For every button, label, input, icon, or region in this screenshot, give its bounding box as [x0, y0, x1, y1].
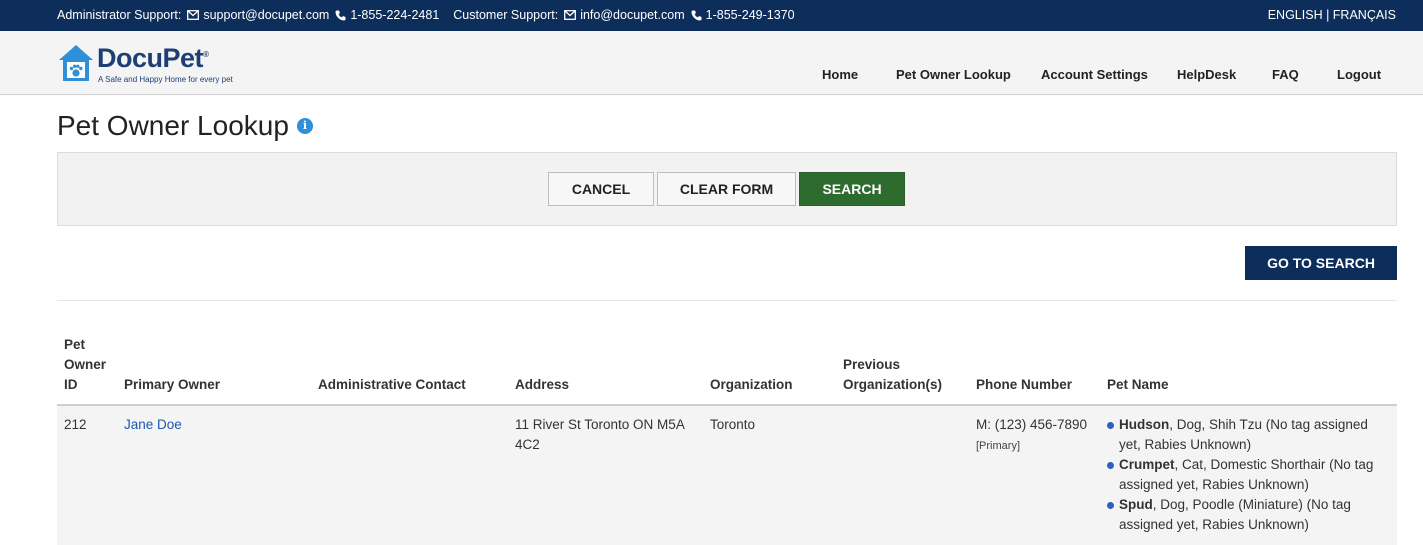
phone-primary-tag: [Primary] [976, 440, 1020, 452]
header-phone-number[interactable]: Phone Number [976, 375, 1072, 395]
list-item: Crumpet, Cat, Domestic Shorthair (No tag… [1107, 455, 1392, 495]
support-contacts: Administrator Support: support@docupet.c… [57, 8, 795, 22]
nav-home[interactable]: Home [822, 67, 858, 82]
pet-name[interactable]: Spud [1119, 497, 1153, 512]
house-paw-icon [57, 43, 95, 83]
customer-support-label: Customer Support: [453, 8, 559, 22]
envelope-icon [564, 10, 577, 20]
support-bar: Administrator Support: support@docupet.c… [0, 0, 1423, 31]
docupet-logo[interactable]: DocuPet® A Safe and Happy Home for every… [57, 43, 257, 87]
logo-wordmark: DocuPet® [97, 43, 209, 73]
nav-logout[interactable]: Logout [1337, 67, 1381, 82]
pet-name[interactable]: Crumpet [1119, 457, 1175, 472]
nav-pet-owner-lookup[interactable]: Pet Owner Lookup [896, 67, 1011, 82]
search-button[interactable]: SEARCH [799, 172, 905, 206]
pet-details: , Dog, Poodle (Miniature) (No tag assign… [1119, 497, 1351, 532]
phone-icon [335, 10, 346, 21]
organization-cell: Toronto [710, 417, 756, 432]
header-pet-name[interactable]: Pet Name [1107, 375, 1169, 395]
customer-support-email[interactable]: info@docupet.com [580, 8, 684, 22]
page-title-text: Pet Owner Lookup [57, 110, 289, 141]
clear-form-button[interactable]: CLEAR FORM [657, 172, 796, 206]
admin-support-phone[interactable]: 1-855-224-2481 [350, 8, 439, 22]
phone-number[interactable]: M: (123) 456-7890 [976, 417, 1087, 432]
cancel-button[interactable]: CANCEL [548, 172, 654, 206]
nav-faq[interactable]: FAQ [1272, 67, 1299, 82]
nav-helpdesk[interactable]: HelpDesk [1177, 67, 1236, 82]
primary-owner-link[interactable]: Jane Doe [124, 415, 182, 435]
header-organization[interactable]: Organization [710, 375, 793, 395]
header-address[interactable]: Address [515, 375, 569, 395]
section-divider [57, 300, 1397, 301]
address-cell: 11 River St Toronto ON M5A 4C2 [515, 417, 685, 452]
header-primary-owner[interactable]: Primary Owner [124, 375, 220, 395]
pet-list: Hudson, Dog, Shih Tzu (No tag assigned y… [1107, 415, 1392, 535]
logo-tagline: A Safe and Happy Home for every pet [98, 75, 233, 84]
info-icon[interactable]: i [296, 118, 313, 134]
language-switch[interactable]: ENGLISH | FRANÇAIS [1268, 8, 1396, 22]
go-to-search-button[interactable]: GO TO SEARCH [1245, 246, 1397, 280]
list-item: Hudson, Dog, Shih Tzu (No tag assigned y… [1107, 415, 1392, 455]
header-previous-organizations[interactable]: Previous Organization(s) [843, 355, 958, 395]
admin-support-email[interactable]: support@docupet.com [203, 8, 329, 22]
pet-name[interactable]: Hudson [1119, 417, 1169, 432]
list-item: Spud, Dog, Poodle (Miniature) (No tag as… [1107, 495, 1392, 535]
envelope-icon [187, 10, 200, 20]
header-administrative-contact[interactable]: Administrative Contact [318, 375, 466, 395]
phone-cell: M: (123) 456-7890 [Primary] [976, 415, 1088, 456]
bullet-icon [1107, 462, 1114, 469]
header-pet-owner-id[interactable]: Pet Owner ID [64, 335, 114, 395]
owner-id-cell: 212 [64, 417, 87, 432]
phone-icon [691, 10, 702, 21]
nav-account-settings[interactable]: Account Settings [1041, 67, 1148, 82]
customer-support-phone[interactable]: 1-855-249-1370 [706, 8, 795, 22]
bullet-icon [1107, 422, 1114, 429]
page-title: Pet Owner Lookup i [57, 110, 313, 142]
bullet-icon [1107, 502, 1114, 509]
admin-support-label: Administrator Support: [57, 8, 182, 22]
site-header: DocuPet® A Safe and Happy Home for every… [0, 31, 1423, 95]
